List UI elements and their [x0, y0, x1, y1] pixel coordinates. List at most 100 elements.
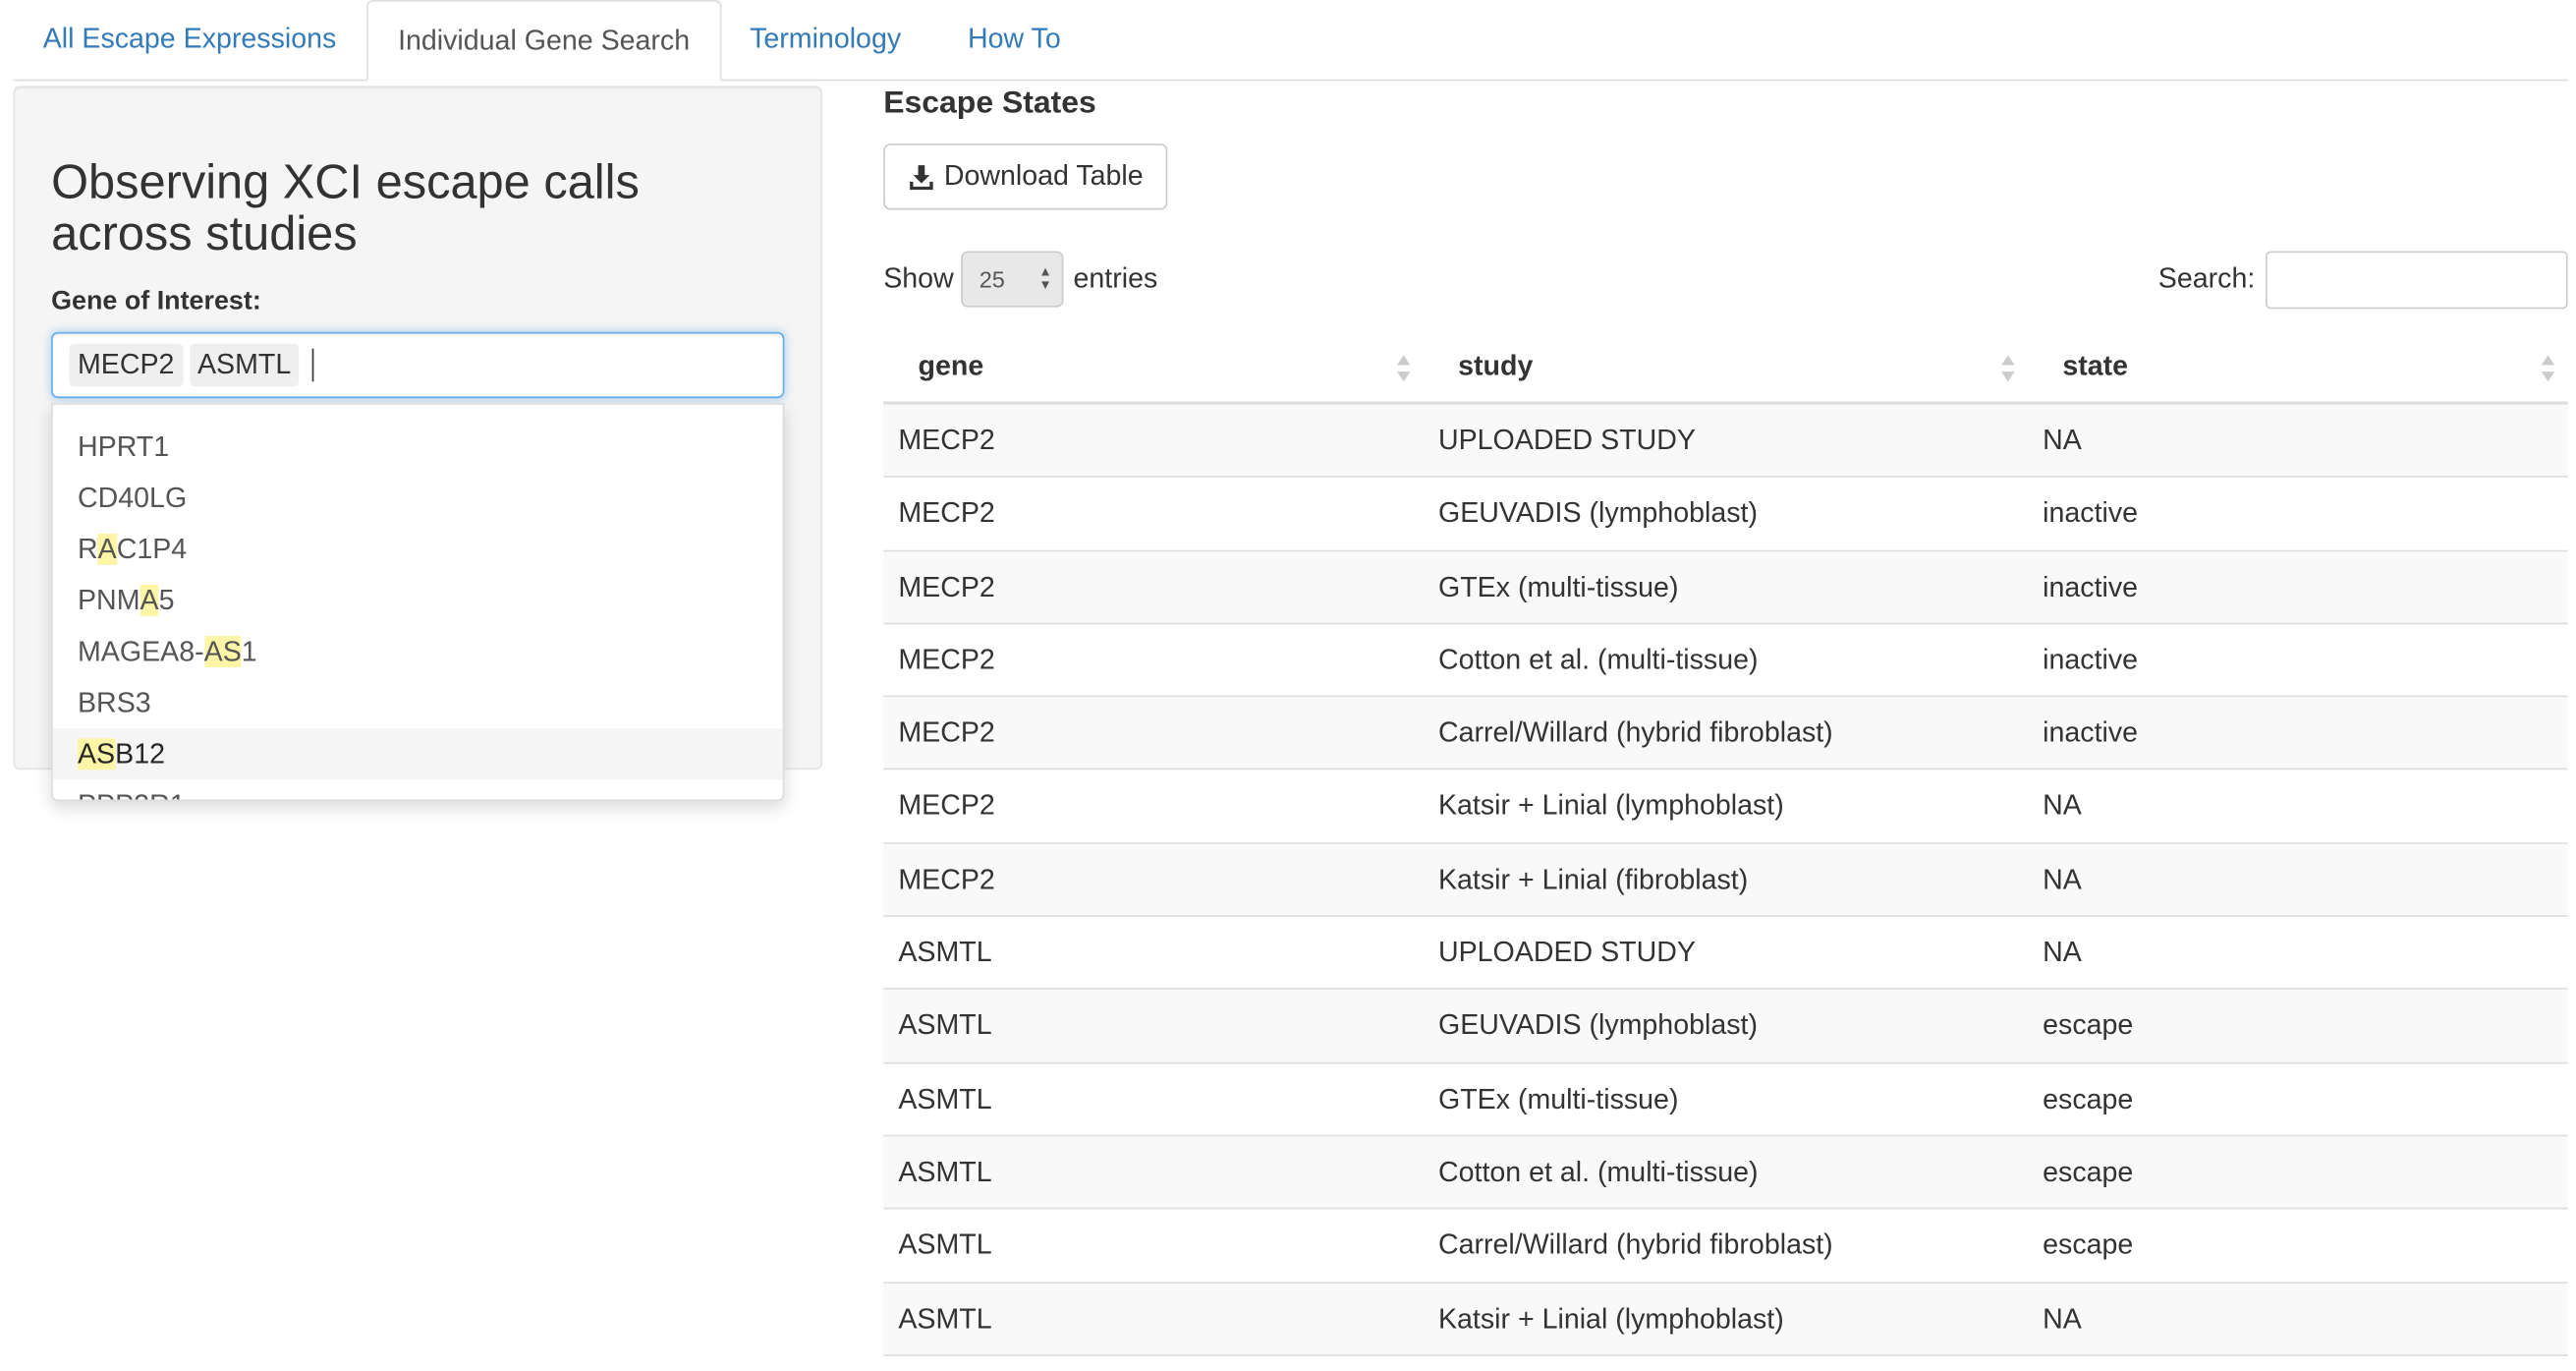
tab-bar: All Escape Expressions Individual Gene S… [13, 0, 2568, 82]
option-text: MAGEA8- [77, 636, 204, 668]
cell-study: GEUVADIS (lymphoblast) [1437, 1009, 1758, 1042]
cell-state: inactive [2043, 644, 2139, 676]
download-table-button[interactable]: Download Table [883, 143, 1168, 210]
match-highlight: A [140, 585, 159, 616]
table-row: ASMTL Katsir + Linial (lymphoblast) NA [883, 1283, 2568, 1356]
tab-terminology[interactable]: Terminology [720, 0, 931, 80]
table-row: MECP2 Carrel/Willard (hybrid fibroblast) i… [883, 697, 2568, 771]
option-text: HPRT1 [77, 430, 170, 463]
page-title: Observing XCI escape calls across studie… [51, 156, 640, 261]
option-text: PPP2R1 [78, 789, 186, 799]
cell-gene: ASMTL [898, 1302, 992, 1335]
column-header-state[interactable]: state [2062, 330, 2128, 403]
cell-gene: ASMTL [898, 1083, 992, 1114]
column-header-gene[interactable]: gene [919, 330, 984, 403]
dropdown-option[interactable]: PPP2R1 [53, 779, 783, 799]
cell-state: inactive [2043, 497, 2139, 530]
section-title: Escape States [883, 86, 1096, 121]
cell-gene: ASMTL [898, 1009, 992, 1042]
cell-state: NA [2043, 1302, 2082, 1335]
escape-states-table: gene study state MECP2 UPLOADED STUDY NA ME… [883, 330, 2568, 1356]
entries-length-select[interactable]: 25 ▲ ▼ [961, 251, 1064, 308]
sort-icon[interactable] [1395, 354, 1412, 383]
entries-label: entries [1073, 262, 1158, 295]
cell-study: Carrel/Willard (hybrid fibroblast) [1437, 716, 1833, 749]
gene-select-input[interactable]: MECP2 ASMTL [51, 331, 785, 399]
dropdown-option[interactable]: BRS3 [53, 677, 783, 728]
table-row: ASMTL GTEx (multi-tissue) escape [883, 1063, 2568, 1137]
cell-gene: MECP2 [898, 790, 995, 823]
dropdown-option[interactable]: MAGEA8-AS1 [53, 626, 783, 677]
cell-state: NA [2043, 790, 2082, 823]
cell-gene: MECP2 [898, 863, 995, 895]
table-row: MECP2 GEUVADIS (lymphoblast) inactive [883, 478, 2568, 551]
table-body: MECP2 UPLOADED STUDY NA MECP2 GEUVADIS (lymp… [883, 404, 2568, 1356]
table-row: MECP2 Katsir + Linial (fibroblast) NA [883, 843, 2568, 917]
column-header-study[interactable]: study [1458, 330, 1533, 403]
match-highlight: A [97, 533, 117, 565]
cell-gene: MECP2 [898, 424, 995, 456]
cell-study: UPLOADED STUDY [1437, 937, 1696, 969]
sort-icon[interactable] [1999, 354, 2016, 383]
dropdown-option[interactable]: HPRT1 [53, 422, 783, 473]
option-text: CD40LG [77, 482, 188, 514]
cell-state: escape [2043, 1228, 2134, 1261]
table-row: ASMTL Carrel/Willard (hybrid fibroblast) e… [883, 1210, 2568, 1284]
select-arrows-icon: ▲ ▼ [1038, 263, 1052, 293]
cell-state: NA [2043, 863, 2082, 895]
cell-study: GTEx (multi-tissue) [1437, 1083, 1679, 1114]
option-text: BRS3 [77, 687, 151, 719]
cell-state: escape [2043, 1083, 2134, 1114]
cell-study: Cotton et al. (multi-tissue) [1437, 1156, 1759, 1188]
selected-gene-chip[interactable]: MECP2 [69, 343, 183, 387]
table-row: ASMTL GEUVADIS (lymphoblast) escape [883, 990, 2568, 1063]
cell-gene: ASMTL [898, 1156, 992, 1188]
cell-study: GTEx (multi-tissue) [1437, 570, 1679, 602]
dropdown-option[interactable]: PNMA5 [53, 575, 783, 626]
option-text: PNM [77, 585, 140, 616]
option-text: B12 [115, 738, 165, 771]
cell-gene: MECP2 [898, 644, 995, 676]
option-text: 5 [158, 585, 175, 616]
entries-length-value: 25 [979, 265, 1005, 293]
cell-gene: MECP2 [898, 716, 995, 749]
gene-dropdown-list[interactable]: HPRT1 CD40LG RAC1P4 PNMA5 MAGEA8-AS1 BRS3 ASB1… [51, 403, 785, 802]
table-row: ASMTL UPLOADED STUDY NA [883, 917, 2568, 991]
match-highlight: AS [77, 738, 116, 771]
dropdown-option[interactable]: ASB12 [52, 728, 783, 780]
tab-how-to[interactable]: How To [938, 0, 1091, 80]
tab-all-escape-expressions[interactable]: All Escape Expressions [13, 0, 365, 80]
cell-study: Cotton et al. (multi-tissue) [1437, 644, 1759, 676]
cell-study: UPLOADED STUDY [1437, 424, 1696, 456]
sort-icon[interactable] [2540, 354, 2556, 383]
table-row: MECP2 Katsir + Linial (lymphoblast) NA [883, 771, 2568, 844]
dropdown-option[interactable]: CD40LG [53, 473, 783, 524]
dropdown-option[interactable]: RAC1P4 [53, 524, 783, 575]
table-row: MECP2 Cotton et al. (multi-tissue) inactiv… [883, 624, 2568, 698]
cell-state: escape [2043, 1156, 2134, 1188]
cell-gene: ASMTL [898, 1228, 992, 1261]
option-text: C1P4 [116, 533, 188, 565]
tab-individual-gene-search[interactable]: Individual Gene Search [366, 0, 722, 82]
cell-state: inactive [2043, 716, 2139, 749]
cell-study: Katsir + Linial (fibroblast) [1437, 863, 1749, 895]
match-highlight: AS [203, 636, 242, 668]
selected-gene-chip[interactable]: ASMTL [189, 343, 300, 387]
table-row: ASMTL Cotton et al. (multi-tissue) escape [883, 1136, 2568, 1210]
search-label: Search: [2157, 262, 2256, 295]
cell-state: escape [2043, 1009, 2134, 1042]
table-row: MECP2 UPLOADED STUDY NA [883, 404, 2568, 479]
cell-gene: MECP2 [898, 570, 995, 602]
gene-of-interest-label: Gene of Interest: [51, 287, 261, 316]
text-caret [312, 348, 314, 382]
show-label: Show [883, 262, 954, 295]
option-text: R [77, 533, 98, 565]
cell-state: NA [2043, 937, 2082, 969]
download-label: Download Table [943, 160, 1144, 192]
cell-study: Katsir + Linial (lymphoblast) [1437, 790, 1784, 823]
table-search-input[interactable] [2266, 251, 2568, 310]
cell-gene: MECP2 [898, 497, 995, 530]
download-icon [909, 165, 933, 191]
cell-state: inactive [2043, 570, 2139, 602]
option-text: 1 [241, 636, 257, 668]
